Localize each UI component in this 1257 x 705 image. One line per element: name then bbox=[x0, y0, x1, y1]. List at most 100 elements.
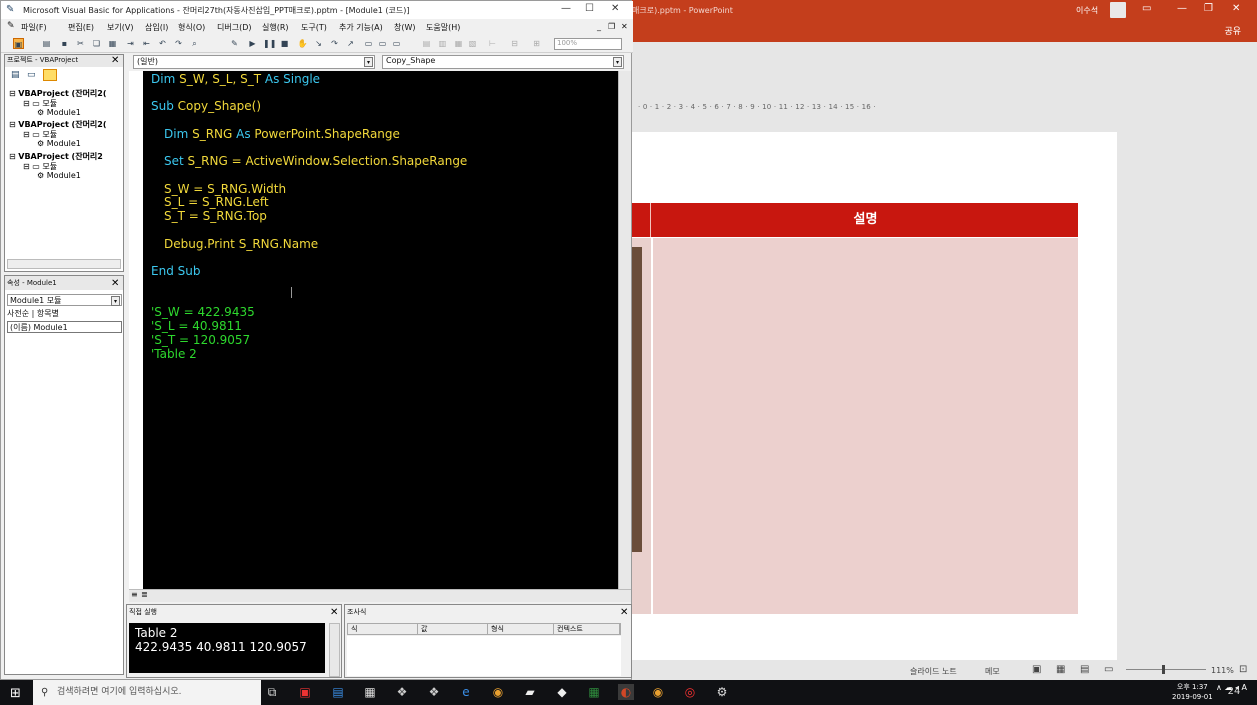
ime-indicator[interactable]: A bbox=[1242, 683, 1247, 692]
uncomment-block-icon[interactable]: ⊞ bbox=[531, 38, 542, 49]
tree-module-3[interactable]: ⚙ Module1 bbox=[37, 171, 81, 180]
close-icon[interactable]: ✕ bbox=[611, 3, 619, 14]
immediate-output[interactable]: Table 2 422.9435 40.9811 120.9057 bbox=[129, 623, 325, 673]
comment-line[interactable]: 'Table 2 bbox=[151, 347, 197, 361]
design-mode-icon[interactable]: ✎ bbox=[229, 38, 240, 49]
menu-view[interactable]: 보기(V) bbox=[107, 22, 133, 33]
menu-file[interactable]: 파일(F) bbox=[21, 22, 47, 33]
code-margin[interactable] bbox=[129, 71, 143, 589]
notification-badge[interactable]: 24 bbox=[1226, 684, 1242, 700]
task-view-icon[interactable]: ⧉ bbox=[264, 684, 280, 700]
chrome-icon[interactable]: ◉ bbox=[490, 684, 506, 700]
mdi-restore-icon[interactable]: ❐ bbox=[608, 22, 615, 31]
code-editor[interactable]: Dim S_W, S_L, S_T As Single Sub Copy_Sha… bbox=[143, 71, 618, 589]
parameter-info-icon[interactable]: ▧ bbox=[467, 38, 478, 49]
fit-slide-icon[interactable]: ⊡ bbox=[1239, 664, 1247, 675]
slide-photo[interactable] bbox=[632, 247, 642, 552]
immediate-scrollbar[interactable] bbox=[329, 623, 340, 677]
bookmark-icon[interactable]: ⊢ bbox=[487, 38, 498, 49]
menu-help[interactable]: 도움말(H) bbox=[426, 22, 460, 33]
step-out-icon[interactable]: ↗ bbox=[345, 38, 356, 49]
menu-run[interactable]: 실행(R) bbox=[262, 22, 289, 33]
reset-icon[interactable]: ■ bbox=[279, 38, 290, 49]
list-constants-icon[interactable]: ▥ bbox=[437, 38, 448, 49]
watch-icon[interactable]: ▭ bbox=[391, 38, 402, 49]
list-properties-icon[interactable]: ▤ bbox=[421, 38, 432, 49]
code-vertical-scrollbar[interactable] bbox=[618, 71, 631, 589]
properties-object-combo[interactable]: Module1 모듈 ▾ bbox=[7, 294, 122, 306]
close-icon[interactable]: ✕ bbox=[111, 279, 119, 289]
object-combo[interactable]: (일반) ▾ bbox=[133, 55, 375, 69]
code-line[interactable]: S_T = S_RNG.Top bbox=[164, 209, 267, 223]
settings-icon[interactable]: ⚙ bbox=[714, 684, 730, 700]
column-header[interactable]: 값 bbox=[418, 624, 488, 634]
slide-vertical-scrollbar[interactable] bbox=[1241, 88, 1257, 660]
restore-icon[interactable]: ❐ bbox=[1204, 3, 1213, 14]
immediate-icon[interactable]: ▭ bbox=[377, 38, 388, 49]
windows-start-icon[interactable]: ⊞ bbox=[10, 686, 21, 701]
code-line[interactable]: Sub Copy_Shape() bbox=[151, 99, 261, 113]
zoom-combo[interactable]: 100% bbox=[554, 38, 622, 50]
normal-view-icon[interactable]: ▣ bbox=[1032, 664, 1041, 675]
close-icon[interactable]: ✕ bbox=[111, 56, 119, 66]
property-row-name[interactable]: (이름) Module1 bbox=[7, 321, 122, 333]
menu-format[interactable]: 형식(O) bbox=[178, 22, 205, 33]
table-header-label[interactable]: 설명 bbox=[653, 203, 1078, 237]
indent-icon[interactable]: ⇥ bbox=[125, 38, 136, 49]
slide-sorter-icon[interactable]: ▦ bbox=[1056, 664, 1065, 675]
watch-list[interactable] bbox=[347, 636, 621, 676]
code-horizontal-scrollbar[interactable]: ≡ ≣ bbox=[129, 589, 631, 602]
avatar[interactable] bbox=[1110, 2, 1126, 18]
code-line[interactable]: Dim S_RNG As PowerPoint.ShapeRange bbox=[164, 127, 400, 141]
code-line[interactable]: Dim S_W, S_L, S_T As Single bbox=[151, 72, 320, 86]
project-hscrollbar[interactable] bbox=[7, 259, 121, 269]
share-button[interactable]: 공유 bbox=[1224, 24, 1241, 37]
locals-icon[interactable]: ▭ bbox=[363, 38, 374, 49]
run-icon[interactable]: ▶ bbox=[247, 38, 258, 49]
comment-block-icon[interactable]: ⊟ bbox=[509, 38, 520, 49]
ribbon-display-icon[interactable]: ▭ bbox=[1142, 3, 1151, 14]
menu-addins[interactable]: 추가 기능(A) bbox=[339, 22, 383, 33]
menu-window[interactable]: 창(W) bbox=[394, 22, 416, 33]
table-header-row[interactable]: 설명 bbox=[632, 203, 1078, 237]
close-icon[interactable]: ✕ bbox=[330, 608, 338, 618]
code-line[interactable]: Debug.Print S_RNG.Name bbox=[164, 237, 318, 251]
column-header[interactable]: 식 bbox=[348, 624, 418, 634]
menu-edit[interactable]: 편집(E) bbox=[68, 22, 94, 33]
record-icon[interactable]: ◎ bbox=[682, 684, 698, 700]
redo-icon[interactable]: ↷ bbox=[173, 38, 184, 49]
insert-module-icon[interactable]: ▤ bbox=[41, 38, 52, 49]
comment-line[interactable]: 'S_W = 422.9435 bbox=[151, 305, 255, 319]
powerpoint-icon[interactable]: ◐ bbox=[618, 684, 634, 700]
zoom-slider-thumb[interactable] bbox=[1162, 665, 1165, 674]
menu-insert[interactable]: 삽입(I) bbox=[145, 22, 168, 33]
minimize-icon[interactable]: — bbox=[1177, 3, 1187, 14]
code-line[interactable]: End Sub bbox=[151, 264, 200, 278]
menu-tools[interactable]: 도구(T) bbox=[301, 22, 327, 33]
app-icon[interactable]: ❖ bbox=[426, 684, 442, 700]
tree-module-2[interactable]: ⚙ Module1 bbox=[37, 139, 81, 148]
menu-debug[interactable]: 디버그(D) bbox=[217, 22, 251, 33]
find-icon[interactable]: ⌕ bbox=[189, 38, 200, 49]
step-over-icon[interactable]: ↷ bbox=[329, 38, 340, 49]
toggle-breakpoint-icon[interactable]: ✋ bbox=[297, 38, 308, 49]
view-host-icon[interactable]: ▣ bbox=[13, 38, 24, 49]
tab-alphabetic[interactable]: 사전순 bbox=[7, 309, 29, 318]
store-icon[interactable]: ▦ bbox=[362, 684, 378, 700]
code-line[interactable]: Set S_RNG = ActiveWindow.Selection.Shape… bbox=[164, 154, 467, 168]
zoom-level[interactable]: 111% bbox=[1211, 666, 1234, 675]
slideshow-icon[interactable]: ▭ bbox=[1104, 664, 1113, 675]
undo-icon[interactable]: ↶ bbox=[157, 38, 168, 49]
view-code-icon[interactable]: ▤ bbox=[11, 70, 20, 80]
break-icon[interactable]: ❚❚ bbox=[263, 38, 276, 49]
toggle-folders-icon[interactable] bbox=[43, 69, 57, 81]
notes-button[interactable]: 슬라이드 노트 bbox=[910, 666, 957, 677]
clock[interactable]: 오후 1:37 2019-09-01 bbox=[1172, 682, 1213, 702]
app-icon[interactable]: ▣ bbox=[297, 684, 313, 700]
cut-icon[interactable]: ✂ bbox=[75, 38, 86, 49]
zoom-slider[interactable] bbox=[1126, 669, 1206, 670]
minimize-icon[interactable]: — bbox=[561, 3, 571, 14]
table-body-cell[interactable] bbox=[652, 238, 1078, 614]
chevron-down-icon[interactable]: ▾ bbox=[613, 57, 622, 67]
reading-view-icon[interactable]: ▤ bbox=[1080, 664, 1089, 675]
